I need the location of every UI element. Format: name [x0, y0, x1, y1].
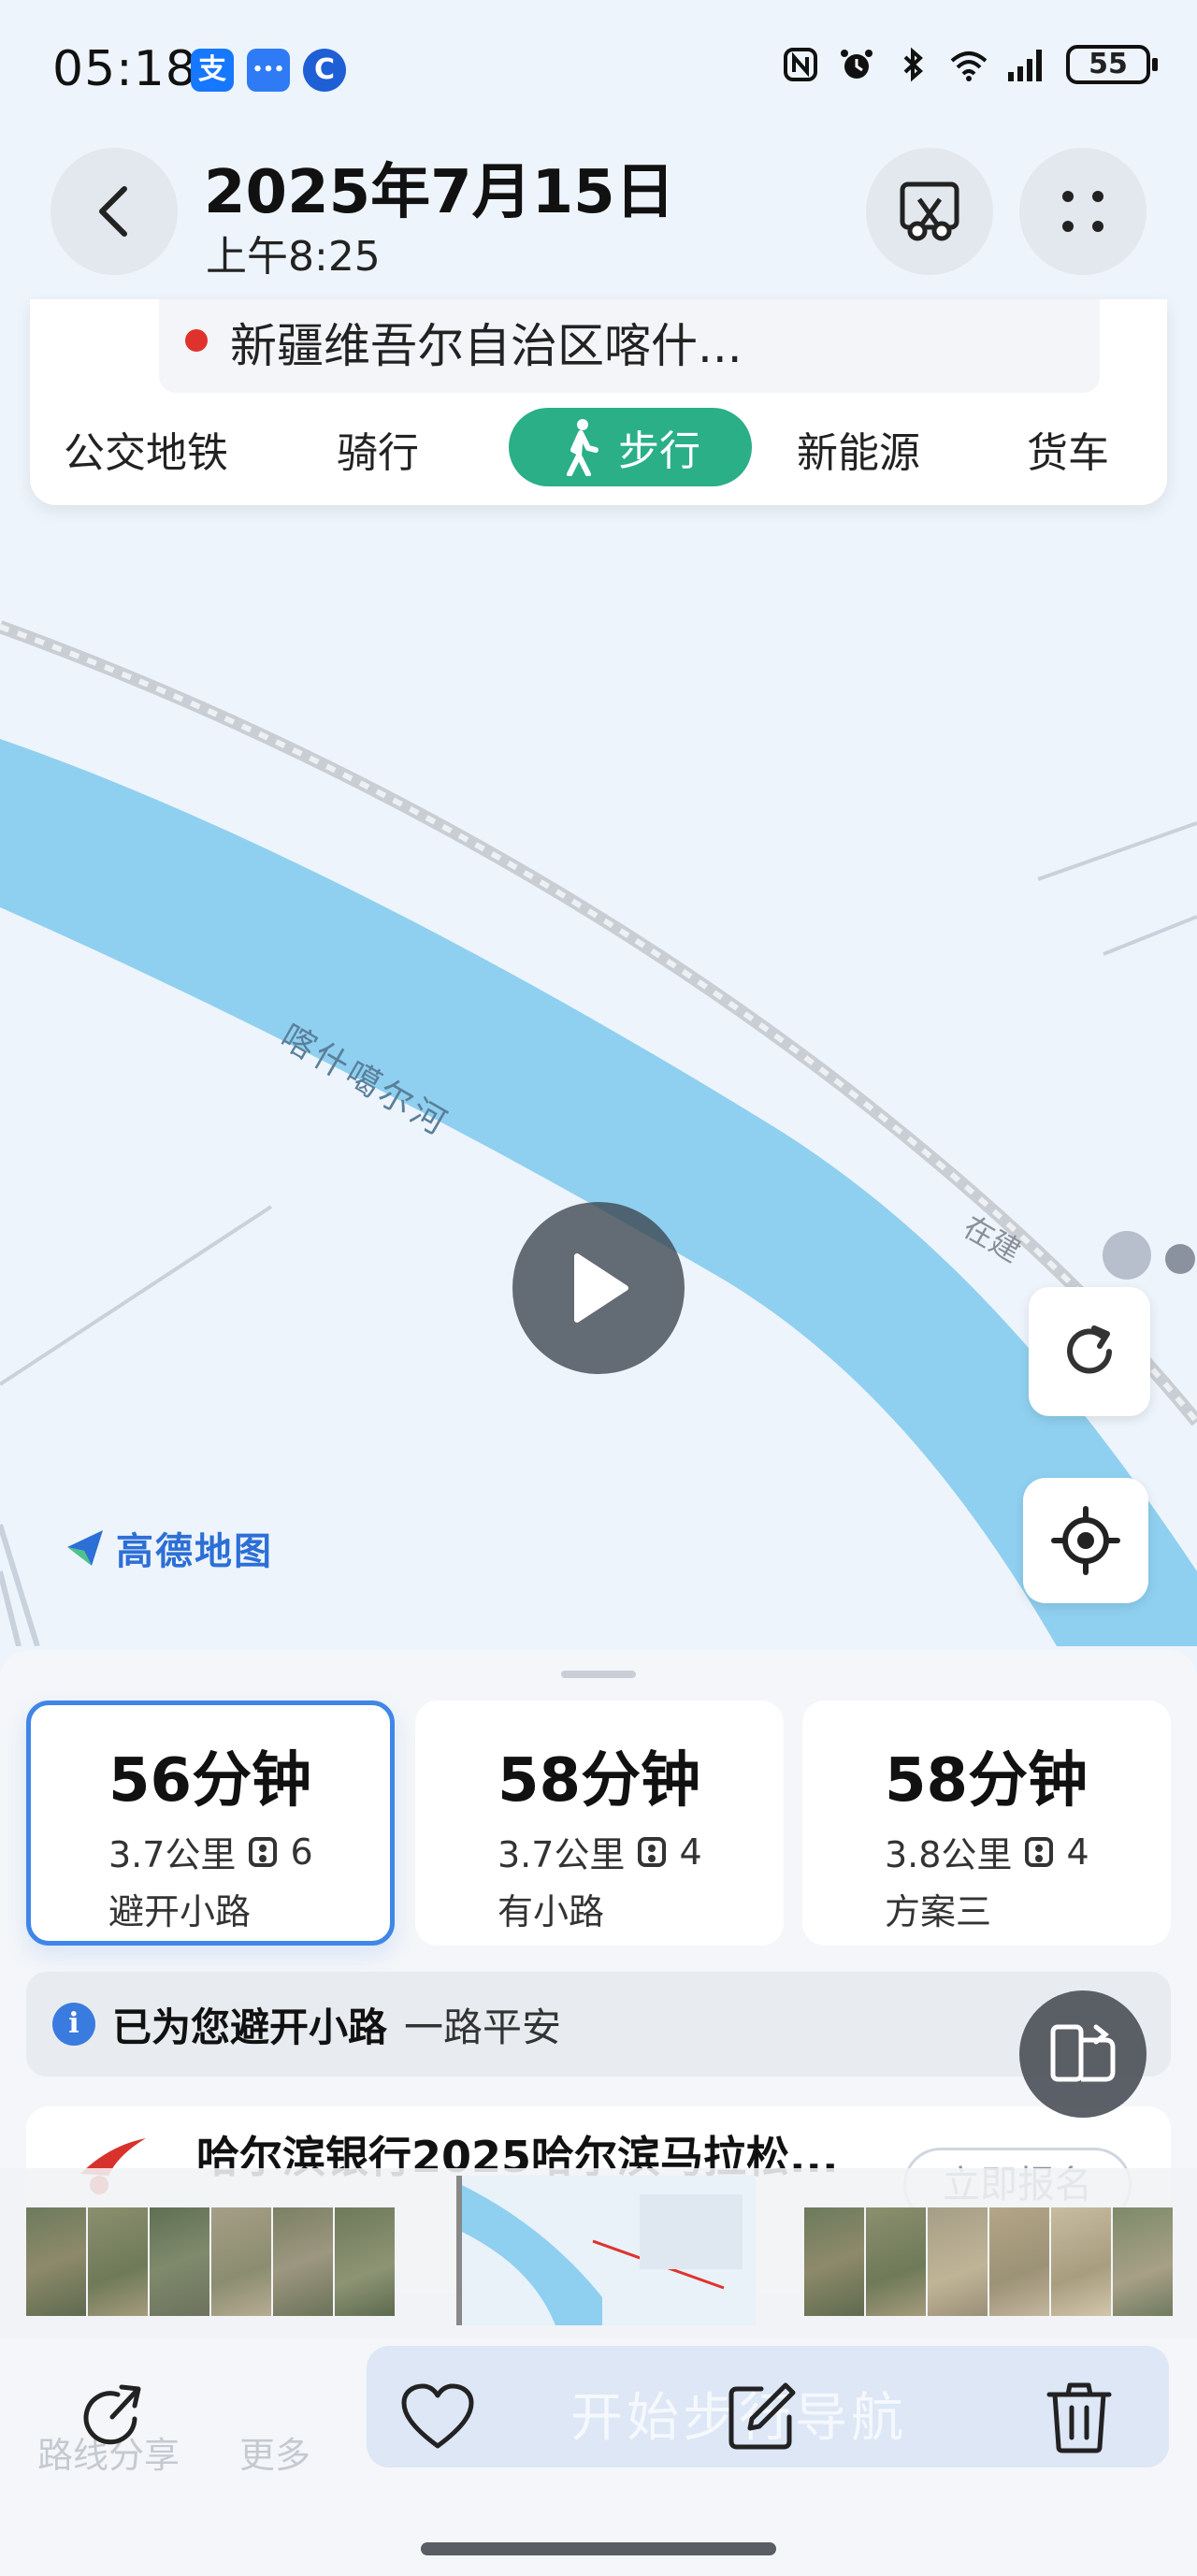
play-icon	[574, 1253, 628, 1323]
thumbnail[interactable]	[1113, 2207, 1173, 2316]
notice-main-text: 已为您避开小路	[112, 2004, 388, 2050]
screenshot-edit-button[interactable]	[866, 148, 993, 275]
tab-cycling[interactable]: 骑行	[337, 419, 419, 479]
current-map-thumbnail	[462, 2185, 743, 2325]
four-dots-icon	[1062, 191, 1103, 232]
traffic-light-icon	[249, 1836, 278, 1867]
route-distance: 3.7公里	[108, 1834, 237, 1875]
heart-icon	[401, 2383, 474, 2449]
thumbnail[interactable]	[989, 2207, 1049, 2316]
route-label: 有小路	[498, 1891, 605, 1932]
photo-time: 上午8:25	[206, 233, 381, 281]
locate-icon	[1051, 1506, 1120, 1575]
route-lights: 4	[679, 1831, 702, 1873]
delete-button[interactable]	[1032, 2370, 1126, 2464]
route-time: 58分钟	[885, 1746, 1089, 1816]
tab-new-energy[interactable]: 新能源	[797, 419, 920, 479]
refresh-route-button[interactable]	[1029, 1287, 1150, 1416]
traffic-light-icon	[1025, 1836, 1054, 1867]
route-lights: 4	[1066, 1831, 1089, 1873]
route-time: 58分钟	[498, 1746, 701, 1816]
route-notice: i 已为您避开小路 一路平安	[26, 1972, 1171, 2077]
favorite-button[interactable]	[391, 2370, 484, 2464]
switch-app-button[interactable]	[1019, 1990, 1147, 2118]
signal-icon	[1008, 50, 1042, 81]
alarm-icon	[841, 50, 873, 79]
route-distance: 3.7公里	[498, 1834, 626, 1875]
scissors-frame-icon	[900, 181, 959, 241]
locate-me-button[interactable]	[1023, 1478, 1148, 1603]
route-label: 避开小路	[108, 1891, 252, 1932]
route-card-1[interactable]: 56分钟 3.7公里 6 避开小路	[26, 1700, 395, 1946]
share-button[interactable]	[67, 2370, 161, 2464]
edit-icon	[728, 2382, 796, 2450]
status-icons: 55	[782, 45, 1158, 84]
route-card-2[interactable]: 58分钟 3.7公里 4 有小路	[415, 1700, 784, 1946]
tab-truck[interactable]: 货车	[1027, 419, 1109, 479]
thumbnail[interactable]	[335, 2207, 395, 2316]
amap-logo-icon	[67, 1530, 103, 1566]
chevron-left-icon	[99, 186, 127, 237]
alipay-icon: 支	[191, 49, 234, 92]
tab-walking-label: 步行	[618, 427, 700, 475]
thumbnail[interactable]	[1051, 2207, 1111, 2316]
more-options-button[interactable]	[1019, 148, 1147, 275]
share-icon	[83, 2384, 141, 2445]
thumbnail[interactable]	[866, 2207, 926, 2316]
status-time: 05:18	[52, 41, 197, 97]
photo-date: 2025年7月15日	[204, 158, 675, 227]
route-time: 56分钟	[108, 1746, 312, 1816]
thumbnail[interactable]	[211, 2207, 271, 2316]
thumbnail[interactable]	[804, 2207, 864, 2316]
sheet-grabber[interactable]	[561, 1671, 636, 1678]
tab-walking[interactable]: 步行	[509, 408, 752, 486]
wifi-icon	[950, 51, 988, 81]
info-icon: i	[52, 2003, 95, 2046]
amap-logo-text: 高德地图	[116, 1530, 273, 1573]
more-label: 更多	[239, 2435, 311, 2476]
route-label: 方案三	[885, 1891, 992, 1932]
traffic-light-icon	[638, 1836, 667, 1867]
destination-dot-icon	[185, 329, 208, 352]
thumbnail[interactable]	[88, 2207, 148, 2316]
thumbnail[interactable]	[273, 2207, 333, 2316]
amap-logo: 高德地图	[64, 1521, 273, 1575]
thumbnail[interactable]	[150, 2207, 209, 2316]
tab-transit[interactable]: 公交地铁	[64, 419, 228, 479]
thumbnail[interactable]	[26, 2207, 86, 2316]
notice-sub-text: 一路平安	[404, 2004, 562, 2050]
bluetooth-icon	[903, 47, 923, 82]
message-icon: •••	[247, 49, 290, 92]
destination-text: 新疆维吾尔自治区喀什...	[230, 319, 743, 373]
route-lights: 6	[290, 1831, 313, 1873]
refresh-icon	[1067, 1325, 1112, 1374]
battery-indicator: 55	[1066, 45, 1158, 84]
walking-person-icon	[567, 419, 598, 476]
switch-window-icon	[1050, 2024, 1116, 2082]
trash-icon	[1046, 2382, 1112, 2453]
app-c-icon: C	[303, 49, 346, 92]
play-button[interactable]	[512, 1202, 685, 1374]
back-button[interactable]	[50, 148, 178, 275]
route-card-3[interactable]: 58分钟 3.8公里 4 方案三	[802, 1700, 1171, 1946]
home-indicator[interactable]	[421, 2542, 776, 2555]
edit-button[interactable]	[714, 2370, 808, 2464]
route-distance: 3.8公里	[885, 1834, 1013, 1875]
thumbnail[interactable]	[928, 2207, 988, 2316]
photo-header: 2025年7月15日 上午8:25	[0, 140, 1197, 299]
nfc-icon	[784, 48, 817, 81]
current-thumbnail[interactable]	[456, 2176, 756, 2325]
